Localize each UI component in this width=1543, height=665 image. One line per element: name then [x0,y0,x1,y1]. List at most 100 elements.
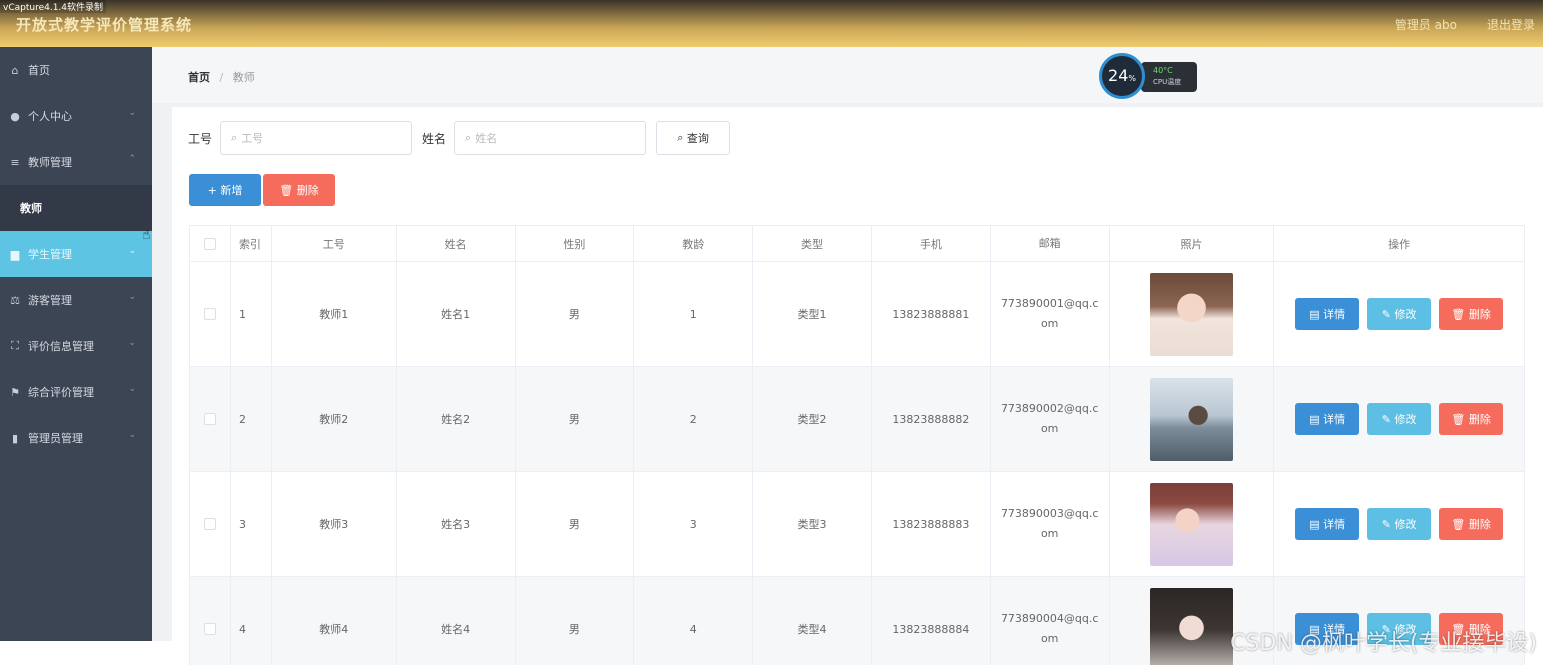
admin-name[interactable]: 管理员 abo [1395,16,1457,33]
cpu-temp-label: CPU温度 [1153,78,1182,86]
add-button[interactable]: + 新增 [189,174,261,206]
cell-type: 类型1 [753,262,872,366]
cpu-monitor-widget: 40°C CPU温度 24% [1099,53,1197,99]
cell-teaching-years: 3 [634,472,754,576]
edit-button[interactable]: ✎ 修改 [1367,403,1432,435]
table-row: 3 教师3 姓名3 男 3 类型3 13823888883 773890003@… [190,472,1524,577]
search-icon: ⌕ [677,131,687,144]
row-checkbox-cell[interactable] [190,472,231,576]
batch-delete-label: 删除 [296,184,319,197]
app-title: 开放式教学评价管理系统 [16,16,193,34]
delete-button[interactable]: 🗑 删除 [1439,298,1504,330]
cell-teaching-years: 2 [634,367,754,471]
teacher-no-input[interactable]: ⌕ 工号 [220,121,413,155]
document-icon: ▤ [1309,517,1324,531]
teacher-name-input[interactable]: ⌕ 姓名 [454,121,647,155]
query-button[interactable]: ⌕ 查询 [656,121,731,155]
detail-button[interactable]: ▤ 详情 [1295,298,1360,330]
row-checkbox-cell[interactable] [190,262,231,366]
edit-button[interactable]: ✎ 修改 [1367,508,1432,540]
top-header: 开放式教学评价管理系统 管理员 abo 退出登录 [0,0,1543,47]
cell-photo [1110,472,1275,576]
sidebar-subitem-teacher[interactable]: 教师 [0,185,152,231]
cell-name: 姓名2 [397,367,516,471]
delete-button[interactable]: 🗑 删除 [1439,403,1504,435]
sidebar-item-evaluation-info[interactable]: ⛶ 评价信息管理 ⌄ [0,323,152,369]
pencil-icon: ✎ [1381,517,1395,531]
cell-operations: ▤ 详情 ✎ 修改 🗑 删除 [1274,367,1524,471]
logout-link[interactable]: 退出登录 [1487,16,1535,33]
trash-icon: 🗑 [1451,517,1469,531]
cell-email: 773890003@qq.com [991,472,1110,576]
cell-teaching-years: 4 [634,577,754,665]
add-button-label: 新增 [220,184,243,197]
edit-button[interactable]: ✎ 修改 [1367,298,1432,330]
cell-gender: 男 [516,472,635,576]
select-all-checkbox[interactable] [203,237,216,250]
edit-label: 修改 [1394,518,1417,531]
cell-gender: 男 [516,262,635,366]
breadcrumb-home[interactable]: 首页 [188,71,210,84]
table-row: 1 教师1 姓名1 男 1 类型1 13823888881 773890001@… [190,262,1524,367]
cell-gender: 男 [516,367,635,471]
cell-email: 773890002@qq.com [991,367,1110,471]
sidebar-item-overall-evaluation[interactable]: ⚑ 综合评价管理 ⌄ [0,369,152,415]
breadcrumb-current: 教师 [232,71,255,84]
scale-icon: ⚖ [10,293,20,307]
edit-label: 修改 [1394,413,1417,426]
teacher-photo[interactable] [1149,377,1233,461]
detail-label: 详情 [1323,518,1346,531]
cell-teacher-no: 教师4 [272,577,397,665]
teacher-no-label: 工号 [188,131,213,146]
header-type: 类型 [753,226,872,261]
delete-button[interactable]: 🗑 删除 [1439,508,1504,540]
detail-label: 详情 [1323,413,1346,426]
breadcrumb-separator: / [219,71,224,84]
trash-icon: 🗑 [1451,307,1469,321]
pencil-icon: ✎ [1381,307,1395,321]
sidebar-item-teacher-management[interactable]: ≡ 教师管理 ⌃ [0,139,152,185]
recorder-watermark: vCapture4.1.4软件录制 [0,0,107,13]
chevron-down-icon: ⌄ [128,246,136,256]
teacher-photo[interactable] [1149,482,1233,566]
select-all-checkbox-cell[interactable] [190,226,231,261]
cell-phone: 13823888882 [872,367,991,471]
cell-photo [1110,262,1275,366]
main-content: 首页 / 教师 40°C CPU温度 24% 工号 ⌕ 工号 姓名 ⌕ 姓名 ⌕… [152,47,1543,665]
sidebar-item-student-management[interactable]: ▆ 学生管理 ⌄ [0,231,152,277]
sidebar-item-admin-management[interactable]: ▮ 管理员管理 ⌄ [0,415,152,461]
mouse-cursor-icon: ☝ [142,227,151,243]
document-icon: ▤ [1309,412,1324,426]
user-icon: ● [10,109,20,123]
cpu-usage-gauge: 24% [1099,53,1145,99]
row-checkbox-cell[interactable] [190,367,231,471]
sidebar-item-label: 管理员管理 [28,432,83,445]
teacher-photo[interactable] [1149,272,1233,356]
header-photo: 照片 [1110,226,1275,261]
row-checkbox[interactable] [203,623,216,635]
sidebar-item-visitor-management[interactable]: ⚖ 游客管理 ⌄ [0,277,152,323]
teacher-photo[interactable] [1149,587,1233,665]
header-email: 邮箱 [991,226,1110,261]
sidebar-item-home[interactable]: ⌂ 首页 [0,47,152,93]
home-icon: ⌂ [11,63,19,77]
delete-label: 删除 [1468,413,1491,426]
document-icon: ▤ [1309,307,1324,321]
action-toolbar: + 新增 🗑 删除 [189,174,335,206]
row-checkbox[interactable] [203,413,216,425]
row-checkbox-cell[interactable] [190,577,231,665]
batch-delete-button[interactable]: 🗑 删除 [263,174,335,206]
row-checkbox[interactable] [203,518,216,530]
flag-icon: ⚑ [10,385,20,399]
chevron-down-icon: ⌄ [128,384,136,394]
cell-email: 773890004@qq.com [991,577,1110,665]
search-icon: ⌕ [465,131,472,144]
csdn-watermark: CSDN @枫叶学长(专业接毕设) [1230,631,1537,656]
cell-index: 1 [231,262,272,366]
cell-photo [1110,367,1275,471]
row-checkbox[interactable] [203,308,216,320]
sidebar-item-profile[interactable]: ● 个人中心 ⌄ [0,93,152,139]
detail-button[interactable]: ▤ 详情 [1295,403,1360,435]
detail-button[interactable]: ▤ 详情 [1295,508,1360,540]
header-teaching-years: 教龄 [634,226,754,261]
